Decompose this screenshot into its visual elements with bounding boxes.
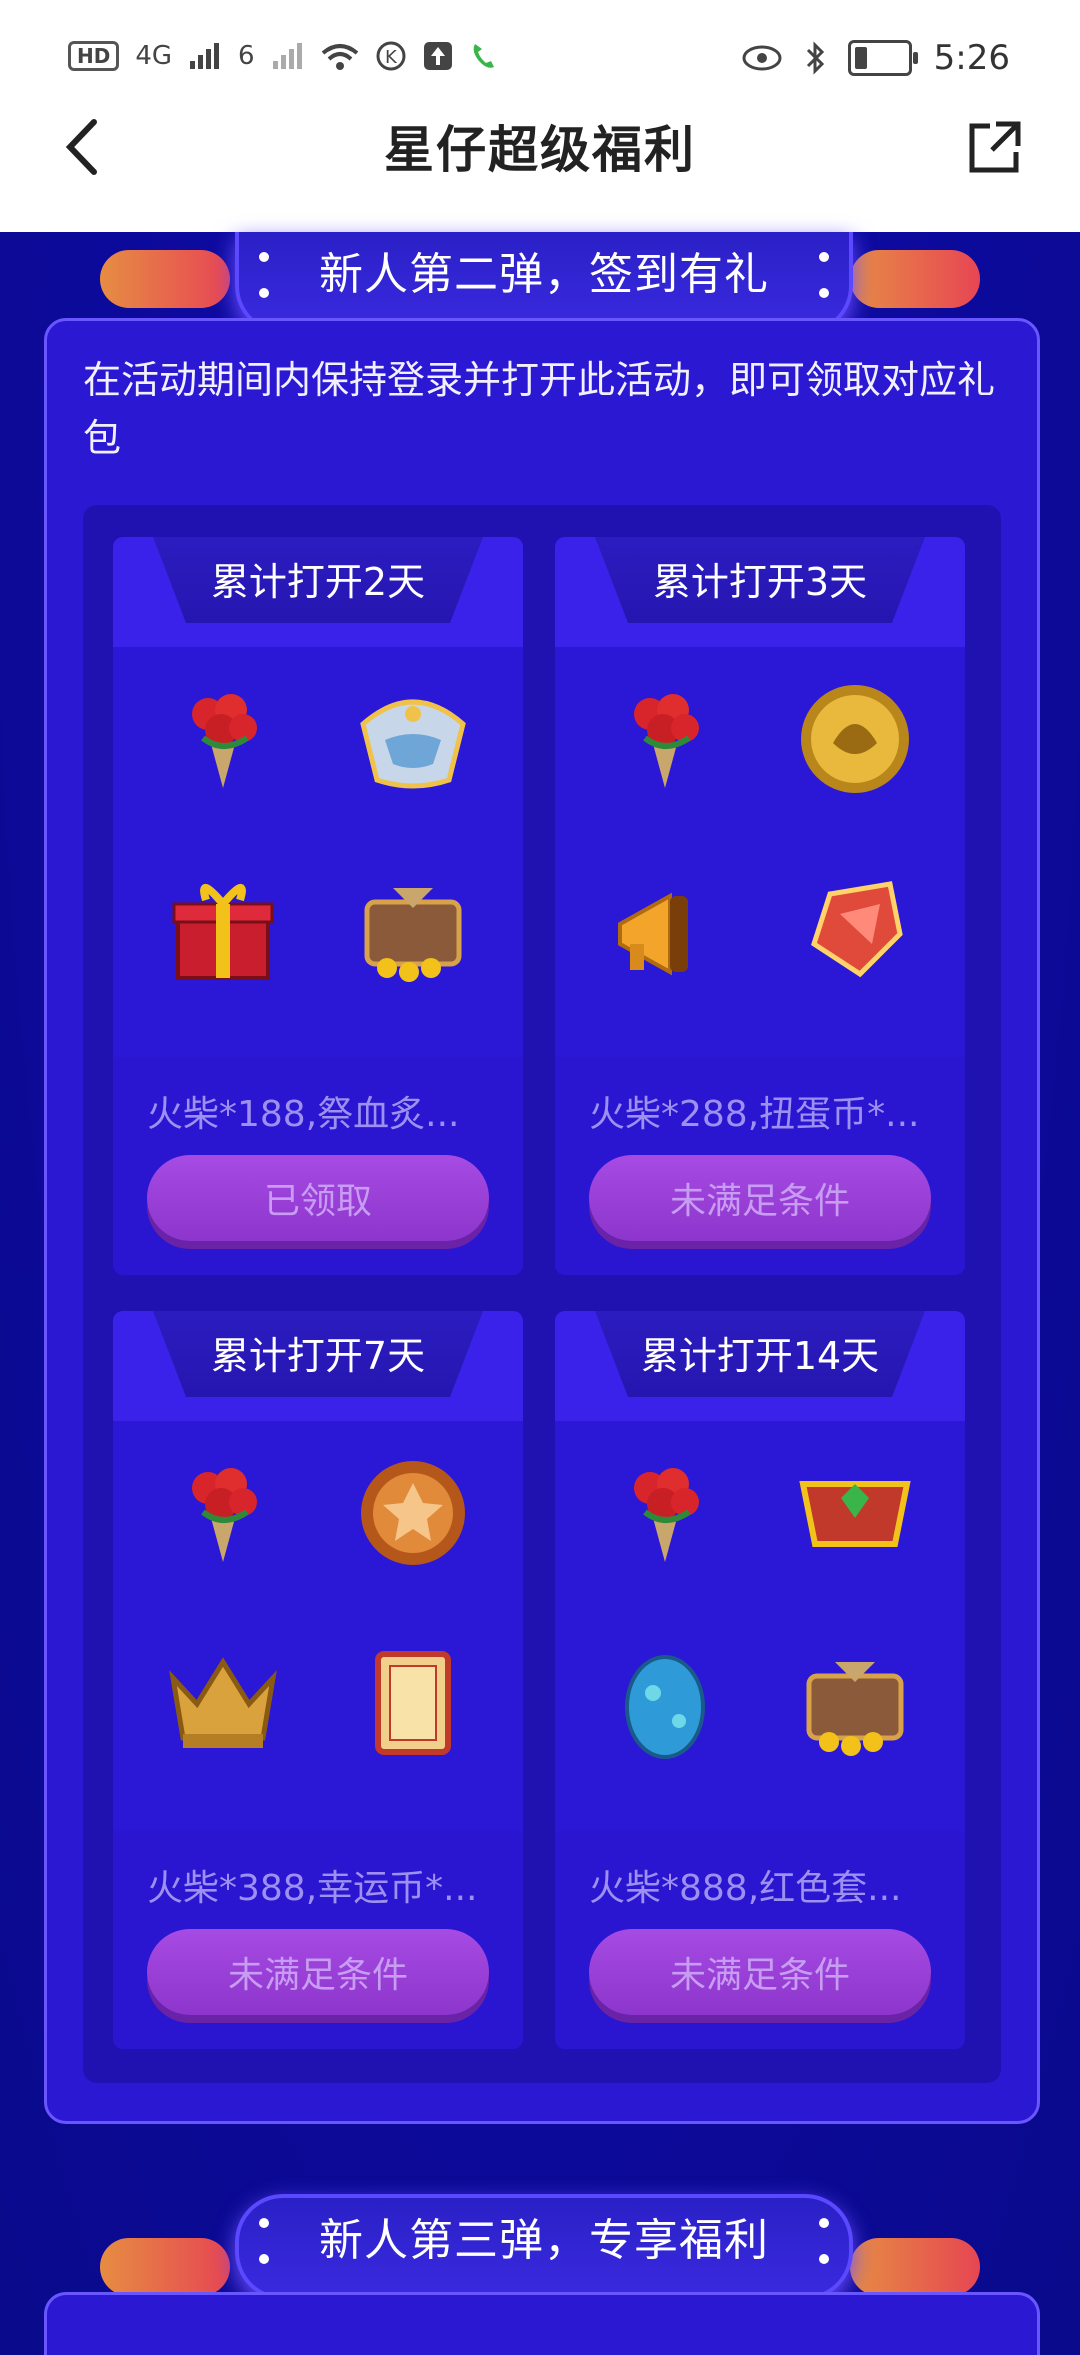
- reward-card-day14: 累计打开14天 火柴*888,红色套... 未满足条件: [555, 1311, 965, 2049]
- eye-icon: [742, 45, 782, 71]
- card-title: 累计打开14天: [640, 1334, 880, 1378]
- status-left: HD 4G 6 K: [68, 40, 497, 72]
- lantern-right-decoration: [850, 250, 980, 308]
- status-right: 5:26: [742, 38, 1010, 78]
- blue-egg-icon: [605, 1643, 725, 1763]
- flower-bouquet-icon: [163, 1453, 283, 1573]
- time: 5:26: [933, 38, 1010, 78]
- not-met-button[interactable]: 未满足条件: [147, 1929, 489, 2015]
- reward-grid: 累计打开2天 火柴*188,祭血炙... 已领取 累计打开3天 火柴*288,扭…: [83, 505, 1001, 2083]
- card-reward-desc: 火柴*388,幸运币*...: [147, 1868, 478, 1909]
- flower-bouquet-icon: [163, 679, 283, 799]
- nav-bar: 星仔超级福利: [0, 90, 1080, 232]
- gift-box-icon: [163, 869, 283, 989]
- reward-card-day2: 累计打开2天 火柴*188,祭血炙... 已领取: [113, 537, 523, 1275]
- section3-title: 新人第三弹，专享福利: [319, 2215, 769, 2266]
- card-items: [113, 649, 523, 1059]
- red-crystal-icon: [795, 869, 915, 989]
- section2-title: 新人第二弹，签到有礼: [319, 249, 769, 300]
- card-reward-desc: 火柴*188,祭血炙...: [147, 1094, 460, 1135]
- silver-helmet-icon: [353, 679, 473, 799]
- signal-icon: [190, 43, 220, 69]
- not-met-button[interactable]: 未满足条件: [589, 1155, 931, 1241]
- card-reward-desc: 火柴*288,扭蛋币*...: [589, 1094, 920, 1135]
- flower-bouquet-icon: [605, 679, 725, 799]
- golden-crown-icon: [163, 1643, 283, 1763]
- bluetooth-icon: [806, 41, 824, 75]
- treasure-ticket-icon: [353, 1643, 473, 1763]
- lantern-right-decoration: [850, 2238, 980, 2296]
- card-title: 累计打开2天: [210, 560, 426, 604]
- card-items: [555, 1423, 965, 1833]
- section2-panel: 在活动期间内保持登录并打开此活动，即可领取对应礼包 累计打开2天 火柴*188,…: [44, 318, 1040, 2124]
- dragon-coin-icon: [795, 679, 915, 799]
- treasure-chest-icon: [353, 869, 473, 989]
- upload-icon: [423, 42, 452, 70]
- card-title: 累计打开3天: [652, 560, 868, 604]
- megaphone-icon: [605, 869, 725, 989]
- treasure-chest-icon: [795, 1643, 915, 1763]
- hd-badge: HD: [68, 41, 120, 71]
- section2-description: 在活动期间内保持登录并打开此活动，即可领取对应礼包: [83, 358, 996, 460]
- phone-icon: [473, 44, 494, 68]
- lantern-left-decoration: [100, 2238, 230, 2296]
- claimed-button[interactable]: 已领取: [147, 1155, 489, 1241]
- signal2-icon: [272, 43, 302, 69]
- card-title: 累计打开7天: [210, 1334, 426, 1378]
- card-items: [113, 1423, 523, 1833]
- sim2-badge: 6: [238, 41, 255, 71]
- k-app-icon: K: [376, 41, 406, 71]
- flower-bouquet-icon: [605, 1453, 725, 1573]
- svg-text:K: K: [385, 47, 398, 68]
- lucky-coin-icon: [353, 1453, 473, 1573]
- battery-icon: [847, 40, 918, 76]
- section3-banner: 新人第三弹，专享福利: [235, 2194, 853, 2300]
- card-reward-desc: 火柴*888,红色套...: [589, 1868, 902, 1909]
- content-area[interactable]: 新人第二弹，签到有礼 在活动期间内保持登录并打开此活动，即可领取对应礼包 累计打…: [0, 232, 1080, 2355]
- reward-card-day3: 累计打开3天 火柴*288,扭蛋币*... 未满足条件: [555, 537, 965, 1275]
- network-badge: 4G: [135, 41, 173, 71]
- not-met-button[interactable]: 未满足条件: [589, 1929, 931, 2015]
- card-items: [555, 649, 965, 1059]
- lantern-left-decoration: [100, 250, 230, 308]
- red-armor-icon: [795, 1453, 915, 1573]
- reward-card-day7: 累计打开7天 火柴*388,幸运币*... 未满足条件: [113, 1311, 523, 2049]
- wifi-icon: [321, 44, 358, 70]
- share-icon[interactable]: [960, 112, 1030, 182]
- section3-panel-top: [44, 2292, 1040, 2355]
- page-title: 星仔超级福利: [384, 121, 696, 179]
